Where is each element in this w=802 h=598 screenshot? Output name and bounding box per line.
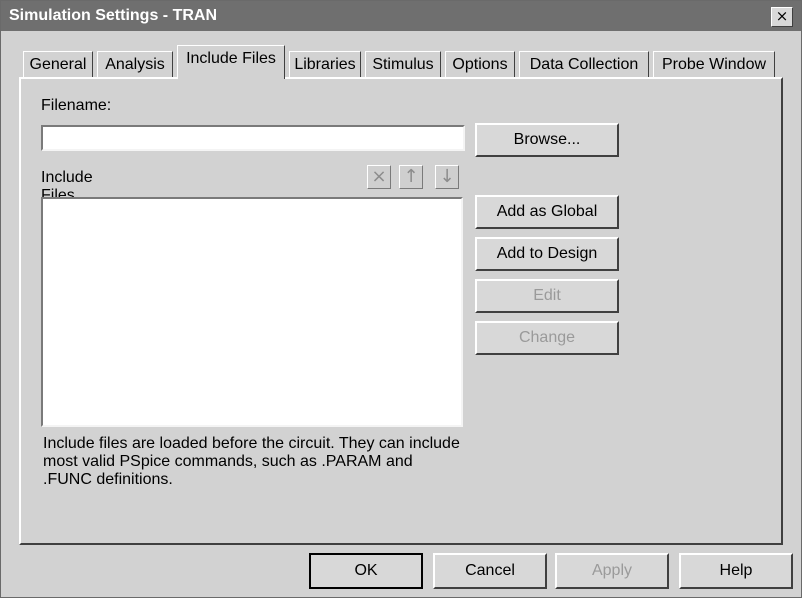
tab-include-files[interactable]: Include Files	[177, 45, 285, 79]
simulation-settings-dialog: Simulation Settings - TRAN × General Ana…	[0, 0, 802, 598]
dialog-title: Simulation Settings - TRAN	[9, 7, 217, 24]
add-design-button[interactable]: Add to Design	[475, 237, 619, 271]
edit-button[interactable]: Edit	[475, 279, 619, 313]
cancel-button[interactable]: Cancel	[433, 553, 547, 589]
apply-button[interactable]: Apply	[555, 553, 669, 589]
help-button[interactable]: Help	[679, 553, 793, 589]
change-button[interactable]: Change	[475, 321, 619, 355]
delete-icon[interactable]: ×	[367, 165, 391, 189]
filename-input[interactable]	[41, 125, 465, 151]
filename-label: Filename:	[41, 97, 112, 114]
tab-data-collection[interactable]: Data Collection	[519, 51, 649, 78]
tab-libraries[interactable]: Libraries	[289, 51, 361, 78]
title-bar: Simulation Settings - TRAN ×	[1, 1, 801, 31]
description-text: Include files are loaded before the circ…	[43, 435, 460, 488]
ok-button[interactable]: OK	[309, 553, 423, 589]
add-global-button[interactable]: Add as Global	[475, 195, 619, 229]
tab-general[interactable]: General	[23, 51, 93, 78]
browse-button[interactable]: Browse...	[475, 123, 619, 157]
tab-options[interactable]: Options	[445, 51, 515, 78]
move-up-icon[interactable]: ↑	[399, 165, 423, 189]
tab-stimulus[interactable]: Stimulus	[365, 51, 441, 78]
tab-probe-window[interactable]: Probe Window	[653, 51, 775, 78]
close-icon[interactable]: ×	[771, 7, 793, 27]
tab-analysis[interactable]: Analysis	[97, 51, 173, 78]
move-down-icon[interactable]: ↓	[435, 165, 459, 189]
include-files-list[interactable]	[41, 197, 463, 427]
